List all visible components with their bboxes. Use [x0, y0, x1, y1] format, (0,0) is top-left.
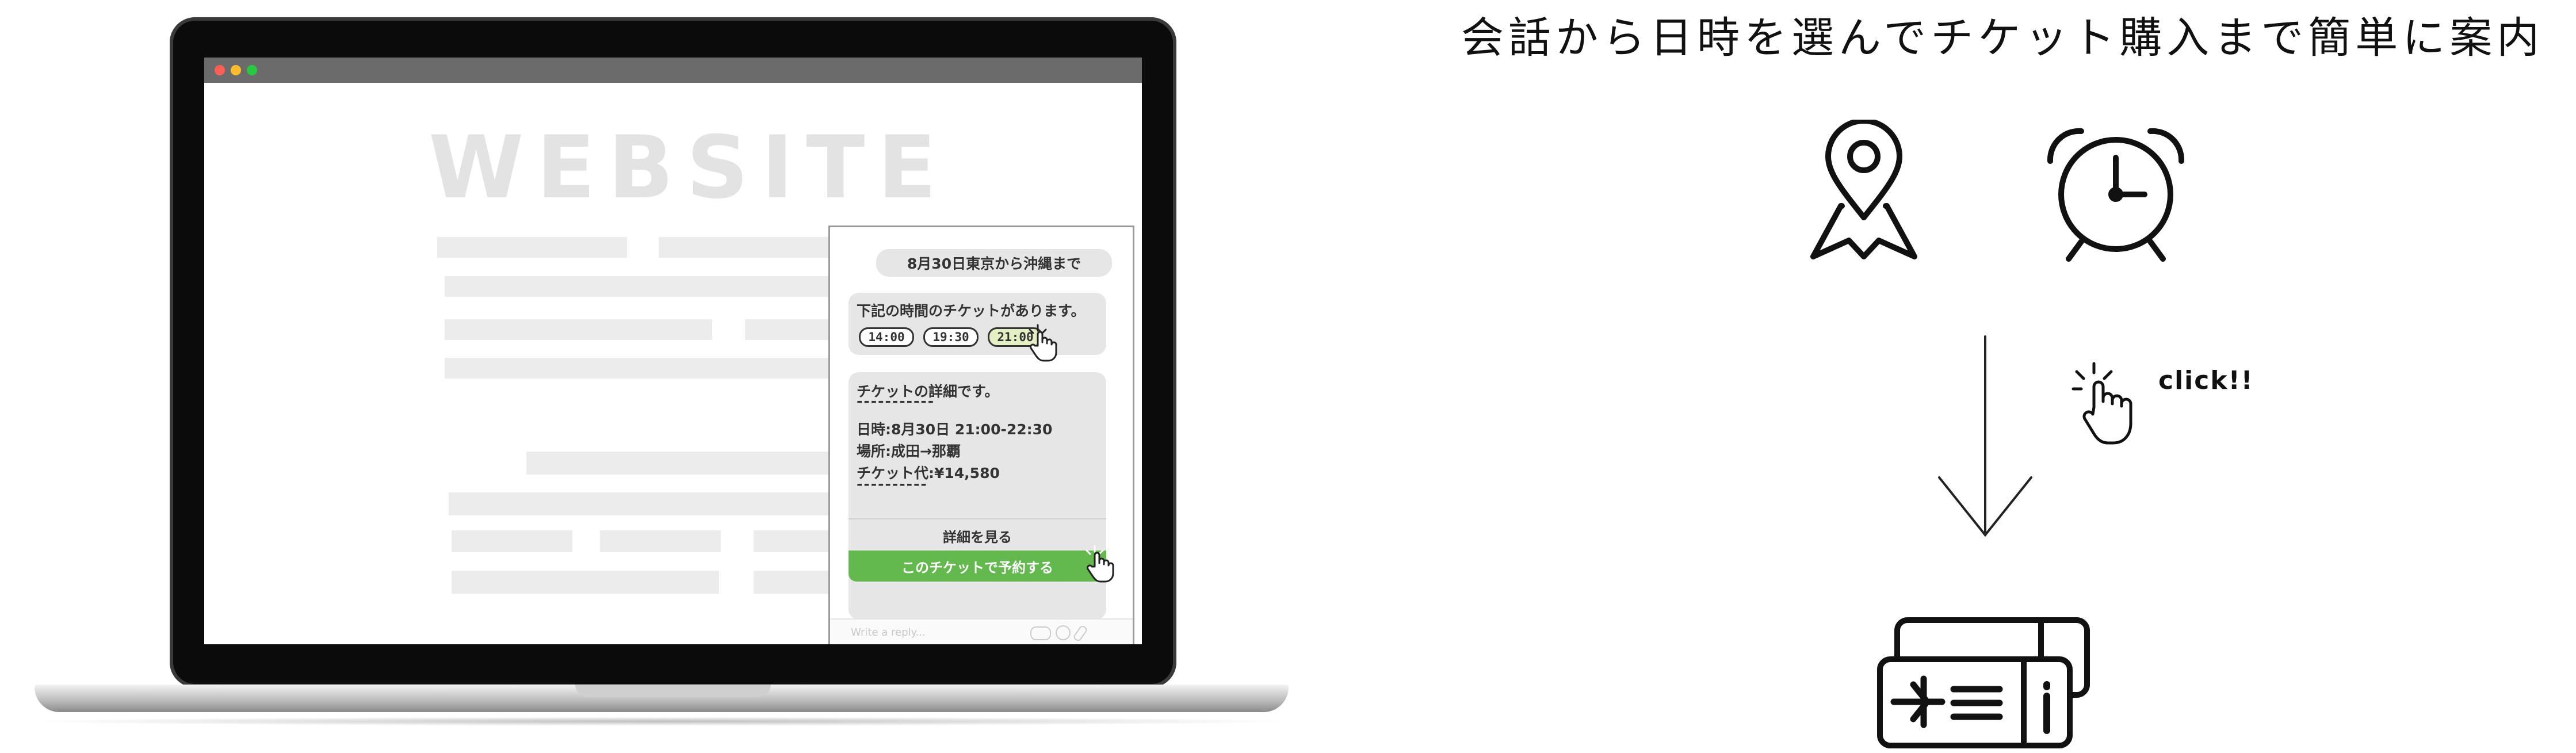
placeholder-bar [452, 571, 719, 594]
time-option-1930[interactable]: 19:30 [923, 327, 979, 347]
placeholder-bar [437, 237, 627, 258]
click-label: click!! [2158, 366, 2254, 395]
time-option-1400[interactable]: 14:00 [859, 327, 914, 347]
website-watermark: WEBSITE [429, 118, 949, 218]
attachment-icon[interactable] [1072, 624, 1088, 643]
reserve-ticket-button[interactable]: このチケットで予約する [849, 551, 1106, 582]
detail-place: 場所:成田→那覇 [857, 443, 961, 460]
detail-divider-2: ---------- [857, 476, 928, 492]
user-message-bubble: 8月30日東京から沖縄まで [876, 249, 1112, 277]
placeholder-bar [445, 358, 847, 379]
browser-titlebar [204, 58, 1142, 83]
plane-ticket-icon [1877, 617, 2090, 748]
detail-divider: ----------- [857, 393, 935, 410]
placeholder-bar [445, 319, 712, 340]
placeholder-bar [600, 530, 721, 552]
placeholder-bar [526, 452, 854, 475]
chat-widget: 8月30日東京から沖縄まで 下記の時間のチケットがあります。 14:00 19:… [828, 225, 1134, 644]
ticket-options-bubble: 下記の時間のチケットがあります。 14:00 19:30 21:00 [849, 293, 1106, 362]
hand-cursor-icon [1086, 545, 1114, 583]
map-pin-icon [1810, 120, 1917, 259]
emoji-icon[interactable] [1056, 625, 1071, 640]
down-arrow-icon [1938, 335, 2032, 537]
close-window-dot[interactable] [215, 65, 225, 75]
gif-icon[interactable] [1030, 626, 1051, 640]
placeholder-bar [445, 276, 847, 297]
maximize-window-dot[interactable] [247, 65, 257, 75]
placeholder-bar [449, 492, 851, 515]
laptop-screen: WEBSITE 8月30日東京から沖縄まで 下記の時間のチケットがあります。 1… [204, 58, 1142, 644]
detail-date: 日時:8月30日 21:00-22:30 [857, 421, 1053, 438]
laptop-notch [575, 685, 771, 697]
placeholder-bar [659, 237, 849, 258]
headline: 会話から日時を選んでチケット購入まで簡単に案内 [1461, 13, 2544, 63]
ticket-detail-card: チケットの詳細です。 ----------- 日時:8月30日 21:00-22… [849, 372, 1106, 620]
minimize-window-dot[interactable] [231, 65, 241, 75]
reply-input[interactable]: Write a reply... [851, 626, 926, 639]
ticket-prompt-text: 下記の時間のチケットがあります。 [857, 303, 1086, 319]
hand-cursor-icon [1029, 324, 1057, 362]
placeholder-bar [452, 530, 572, 552]
laptop-shadow [23, 717, 1300, 726]
reply-bar: Write a reply... [830, 618, 1133, 644]
alarm-clock-icon [2047, 128, 2185, 262]
view-details-button[interactable]: 詳細を見る [849, 518, 1106, 552]
